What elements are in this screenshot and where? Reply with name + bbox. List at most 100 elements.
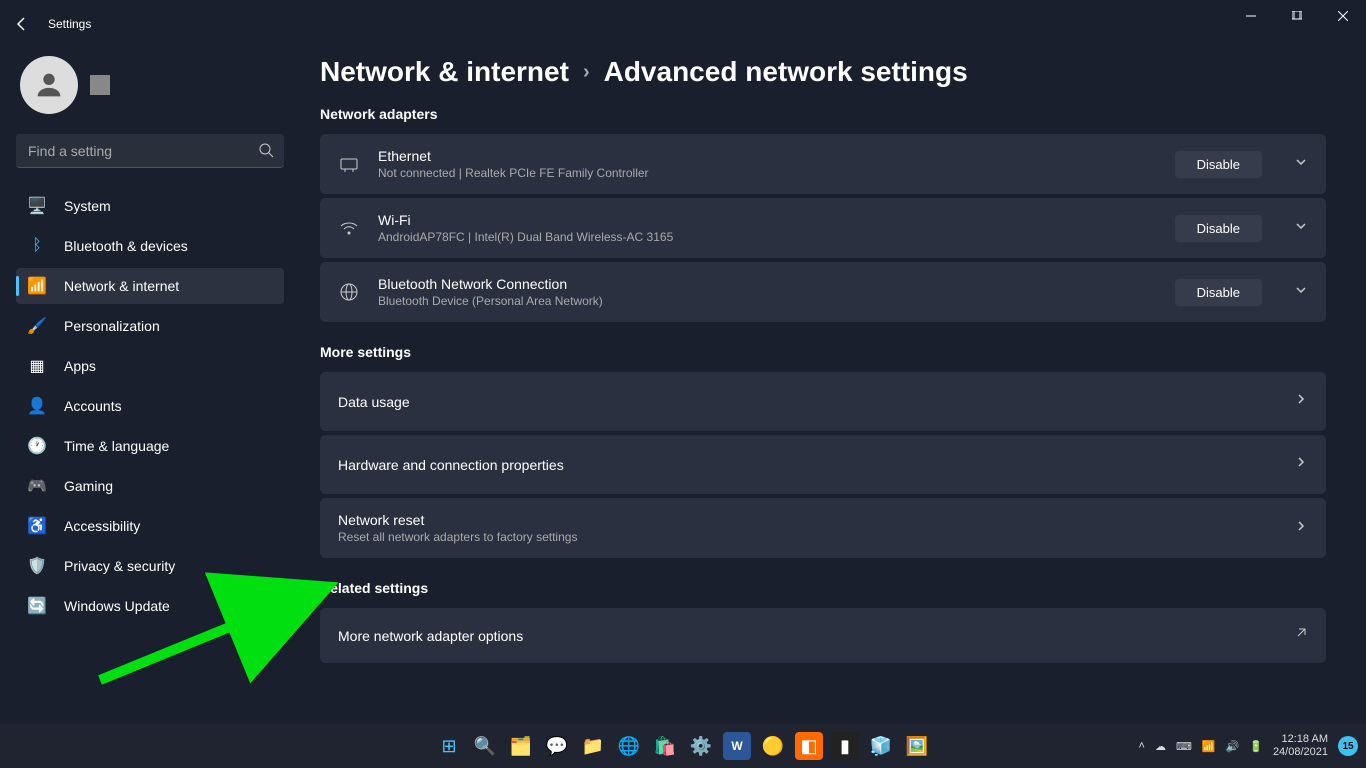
bluetooth-icon: ᛒ — [28, 237, 46, 255]
main-content: Network & internet › Advanced network se… — [320, 56, 1326, 720]
tray-chevron-icon[interactable]: ˄ — [1139, 740, 1145, 752]
taskbar: ⊞ 🔍 🗂️ 💬 📁 🌐 🛍️ ⚙️ W 🟡 ◧ ▮ 🧊 🖼️ ˄ ☁ ⌨ 📶 … — [0, 724, 1366, 768]
nav-label: Apps — [64, 358, 96, 374]
more-data-usage[interactable]: Data usage — [320, 372, 1326, 431]
nav-privacy[interactable]: 🛡️ Privacy & security — [16, 548, 284, 584]
taskbar-taskview-icon[interactable]: 🗂️ — [507, 732, 535, 760]
clock-icon: 🕐 — [28, 437, 46, 455]
wifi-icon: 📶 — [28, 277, 46, 295]
nav-bluetooth[interactable]: ᛒ Bluetooth & devices — [16, 228, 284, 264]
taskbar-app-icon[interactable]: ◧ — [795, 732, 823, 760]
chevron-down-icon[interactable] — [1294, 283, 1308, 302]
apps-icon: ▦ — [28, 357, 46, 375]
nav-update[interactable]: 🔄 Windows Update — [16, 588, 284, 624]
tray-clock[interactable]: 12:18 AM 24/08/2021 — [1273, 733, 1328, 759]
chevron-down-icon[interactable] — [1294, 155, 1308, 174]
adapter-wifi[interactable]: Wi-Fi AndroidAP78FC | Intel(R) Dual Band… — [320, 198, 1326, 258]
nav-system[interactable]: 🖥️ System — [16, 188, 284, 224]
nav-label: Network & internet — [64, 278, 179, 294]
nav-label: Gaming — [64, 478, 113, 494]
taskbar-store-icon[interactable]: 🛍️ — [651, 732, 679, 760]
taskbar-explorer-icon[interactable]: 📁 — [579, 732, 607, 760]
nav-personalization[interactable]: 🖌️ Personalization — [16, 308, 284, 344]
related-more-adapter-options[interactable]: More network adapter options — [320, 608, 1326, 663]
disable-button[interactable]: Disable — [1175, 279, 1262, 306]
nav-gaming[interactable]: 🎮 Gaming — [16, 468, 284, 504]
nav-accounts[interactable]: 👤 Accounts — [16, 388, 284, 424]
nav-label: Bluetooth & devices — [64, 238, 188, 254]
chevron-right-icon — [1294, 392, 1308, 411]
gamepad-icon: 🎮 — [28, 477, 46, 495]
display-icon: 🖥️ — [28, 197, 46, 215]
person-icon: 👤 — [28, 397, 46, 415]
taskbar-search-icon[interactable]: 🔍 — [471, 732, 499, 760]
shield-icon: 🛡️ — [28, 557, 46, 575]
external-link-icon — [1294, 626, 1308, 645]
sidebar: 🖥️ System ᛒ Bluetooth & devices 📶 Network &… — [0, 48, 300, 632]
nav-network[interactable]: 📶 Network & internet — [16, 268, 284, 304]
system-tray[interactable]: ˄ ☁ ⌨ 📶 🔊 🔋 12:18 AM 24/08/2021 15 — [1139, 733, 1359, 759]
tray-keyboard-icon[interactable]: ⌨ — [1176, 740, 1192, 753]
chevron-right-icon — [1294, 455, 1308, 474]
nav-label: Privacy & security — [64, 558, 175, 574]
tray-volume-icon[interactable]: 🔊 — [1226, 740, 1240, 753]
taskbar-chat-icon[interactable]: 💬 — [543, 732, 571, 760]
avatar — [20, 56, 78, 114]
more-network-reset[interactable]: Network reset Reset all network adapters… — [320, 498, 1326, 558]
disable-button[interactable]: Disable — [1175, 151, 1262, 178]
search-input[interactable] — [16, 134, 284, 168]
nav-time[interactable]: 🕐 Time & language — [16, 428, 284, 464]
breadcrumb-parent[interactable]: Network & internet — [320, 56, 569, 88]
chevron-right-icon: › — [583, 61, 590, 84]
taskbar-app4-icon[interactable]: 🖼️ — [903, 732, 931, 760]
close-button[interactable] — [1320, 0, 1366, 32]
chevron-down-icon[interactable] — [1294, 219, 1308, 238]
disable-button[interactable]: Disable — [1175, 215, 1262, 242]
titlebar: Settings — [0, 0, 1366, 48]
taskbar-settings-icon[interactable]: ⚙️ — [687, 732, 715, 760]
nav: 🖥️ System ᛒ Bluetooth & devices 📶 Network &… — [16, 188, 284, 624]
adapter-sub: Not connected | Realtek PCIe FE Family C… — [378, 166, 1157, 180]
tray-date: 24/08/2021 — [1273, 746, 1328, 759]
minimize-button[interactable] — [1228, 0, 1274, 32]
maximize-button[interactable] — [1274, 0, 1320, 32]
nav-accessibility[interactable]: ♿ Accessibility — [16, 508, 284, 544]
nav-label: Accessibility — [64, 518, 140, 534]
setting-title: Hardware and connection properties — [338, 457, 1262, 473]
tray-wifi-icon[interactable]: 📶 — [1202, 740, 1216, 753]
user-area[interactable] — [16, 56, 284, 114]
accessibility-icon: ♿ — [28, 517, 46, 535]
tray-time: 12:18 AM — [1273, 733, 1328, 746]
nav-label: System — [64, 198, 111, 214]
update-icon: 🔄 — [28, 597, 46, 615]
taskbar-word-icon[interactable]: W — [723, 732, 751, 760]
taskbar-app2-icon[interactable]: ▮ — [831, 732, 859, 760]
taskbar-app3-icon[interactable]: 🧊 — [867, 732, 895, 760]
adapter-sub: Bluetooth Device (Personal Area Network) — [378, 294, 1157, 308]
section-more-label: More settings — [320, 344, 1326, 360]
page-title: Advanced network settings — [604, 56, 968, 88]
start-button[interactable]: ⊞ — [435, 732, 463, 760]
notification-badge[interactable]: 15 — [1338, 736, 1358, 756]
taskbar-edge-icon[interactable]: 🌐 — [615, 732, 643, 760]
setting-title: More network adapter options — [338, 628, 1262, 644]
adapter-title: Ethernet — [378, 148, 1157, 164]
nav-label: Time & language — [64, 438, 169, 454]
adapter-title: Bluetooth Network Connection — [378, 276, 1157, 292]
nav-label: Accounts — [64, 398, 122, 414]
user-name-placeholder — [90, 75, 110, 95]
nav-label: Personalization — [64, 318, 160, 334]
nav-apps[interactable]: ▦ Apps — [16, 348, 284, 384]
back-button[interactable] — [12, 14, 32, 34]
adapter-ethernet[interactable]: Ethernet Not connected | Realtek PCIe FE… — [320, 134, 1326, 194]
brush-icon: 🖌️ — [28, 317, 46, 335]
nav-label: Windows Update — [64, 598, 170, 614]
adapter-title: Wi-Fi — [378, 212, 1157, 228]
tray-battery-icon[interactable]: 🔋 — [1249, 740, 1263, 753]
ethernet-icon — [338, 154, 360, 174]
taskbar-chrome-icon[interactable]: 🟡 — [759, 732, 787, 760]
setting-title: Data usage — [338, 394, 1262, 410]
more-hardware-properties[interactable]: Hardware and connection properties — [320, 435, 1326, 494]
adapter-bluetooth[interactable]: Bluetooth Network Connection Bluetooth D… — [320, 262, 1326, 322]
tray-onedrive-icon[interactable]: ☁ — [1155, 740, 1166, 753]
